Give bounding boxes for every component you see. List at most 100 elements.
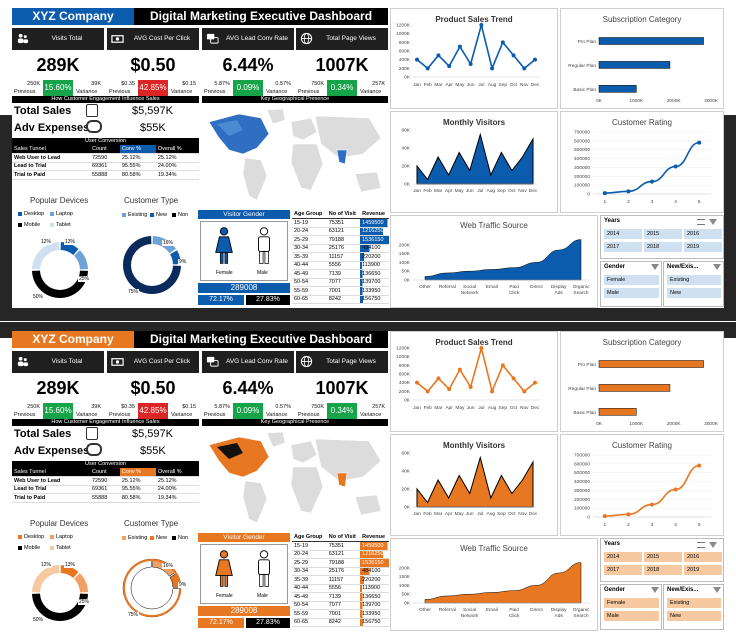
x-tick-label: Nov [518,188,527,194]
filter-icon[interactable] [713,264,721,270]
conversion-cell: 72590 [89,153,120,163]
world-map[interactable] [199,104,389,209]
donut-data-label: 9% [178,259,188,265]
filter-icon[interactable] [651,264,659,270]
slicer-customer-button[interactable]: Existing [667,598,721,608]
table-row: 50-54 7077 139700 [292,278,389,287]
conversion-cell: 80.58% [119,170,156,180]
y-tick-label: 1000K [396,354,411,360]
slicer-year-button[interactable]: 2019 [684,242,722,252]
y-tick-label: 40K [401,469,410,475]
donut-data-label: 75% [127,289,140,295]
dashboard-title: Digital Marketing Executive Dashboard [134,8,388,25]
data-point [447,387,452,392]
legend-swatch [50,546,54,550]
x-tick-label: 5 [698,522,701,528]
kpi-header: AVG Lead Conv Rate [202,28,294,50]
slicer-year-button[interactable]: 2014 [604,229,642,239]
india-region[interactable] [336,472,348,488]
visitor-gender-title: Visitor Gender [198,533,290,542]
slicer-title: Years [604,218,621,224]
x-tick-label: Sep [499,82,508,88]
australia-region[interactable] [354,494,382,516]
greenland-region[interactable] [266,108,286,125]
data-point [697,140,702,145]
area-series [416,455,534,508]
south-america-region[interactable] [242,157,268,201]
slicer-customer-button[interactable]: New [667,288,721,298]
conversion-header-cell: Sales Tunnel [12,468,90,477]
slicer-gender-button[interactable]: Male [604,288,659,298]
gender-total: 289008 [198,283,290,293]
asia-region[interactable] [314,115,382,159]
x-tick-label: Aug [487,511,496,517]
south-america-region[interactable] [242,480,268,524]
india-region[interactable] [336,149,348,165]
series-line [604,464,700,517]
slicer-year-button[interactable]: 2017 [604,565,642,575]
world-map[interactable] [199,427,389,532]
filter-icon[interactable] [651,587,659,593]
kpi-variance-label: Variance [360,412,382,418]
kpi-variance-label: Variance [76,89,98,95]
europe-region[interactable] [290,117,318,141]
conversion-title: User Conversion [12,138,199,145]
kpi-variance-label: Variance [171,412,193,418]
slicer-year-button[interactable]: 2014 [604,552,642,562]
chat-icon [206,356,219,367]
y-tick-label: 0K [404,505,411,511]
x-tick-label: 2000K [667,98,682,104]
slicer-year-button[interactable]: 2015 [644,229,682,239]
monthly-visitors-chart: Monthly Visitors 0K 20K 40K 60K Jan Feb Mar Apr M… [390,434,558,536]
filter-icon[interactable] [709,542,717,548]
devices-title: Popular Devices [30,519,89,528]
europe-region[interactable] [290,440,318,464]
chat-icon [206,33,219,44]
slicer-year-button[interactable]: 2016 [684,229,722,239]
slicer-year-button[interactable]: 2016 [684,552,722,562]
north-america-region[interactable] [208,436,270,478]
total-sales-label: Total Sales [14,428,72,440]
slicer-year-button[interactable]: 2017 [604,242,642,252]
africa-region[interactable] [290,466,324,514]
visitor-gender-title: Visitor Gender [198,210,290,219]
north-america-region[interactable] [208,113,270,155]
y-tick-label: 800K [399,40,411,46]
conversion-cell: Trial to Paid [12,493,90,503]
legend-swatch [172,536,176,540]
slicer-gender-button[interactable]: Male [604,611,659,621]
table-row: Trial to Paid 55888 80.58% 19.34% [12,170,199,180]
conversion-table: Sales Tunnel Count Conv % Overall % Web User… [12,468,199,503]
slicer-year-button[interactable]: 2018 [644,242,682,252]
legend-swatch [18,535,22,539]
slicer-year-button[interactable]: 2018 [644,565,682,575]
kpi-previous-value: 750K [311,404,324,410]
slicer-year-button[interactable]: 2015 [644,552,682,562]
greenland-region[interactable] [266,431,286,448]
legend-item: Existing [128,212,148,218]
filter-icon[interactable] [709,219,717,225]
multi-select-icon[interactable] [697,219,705,225]
slicer-gender-button[interactable]: Female [604,598,659,608]
age-cell: 7139 [326,592,361,602]
multi-select-icon[interactable] [697,542,705,548]
legend-swatch [150,536,154,540]
slicer-gender-button[interactable]: Female [604,275,659,285]
data-point [436,376,441,381]
slicer-customer-button[interactable]: New [667,611,721,621]
x-tick-label: Nov [520,82,529,88]
x-tick-label: May [455,82,465,88]
age-cell: 133950 [360,609,389,619]
age-cell: 1536150 [360,558,389,568]
x-tick-label: Oct [508,511,516,517]
filter-icon[interactable] [713,587,721,593]
africa-region[interactable] [290,143,324,191]
customer-type-title: Customer Type [124,519,179,528]
slicer-year-button[interactable]: 2019 [684,565,722,575]
australia-region[interactable] [354,171,382,193]
slicer-customer-button[interactable]: Existing [667,275,721,285]
asia-region[interactable] [314,438,382,482]
kpi-header: AVG Cost Per Click [107,28,199,50]
conversion-header-row: Sales Tunnel Count Conv % Overall % [12,468,199,477]
kpi-previous-label: Previous [109,412,131,418]
